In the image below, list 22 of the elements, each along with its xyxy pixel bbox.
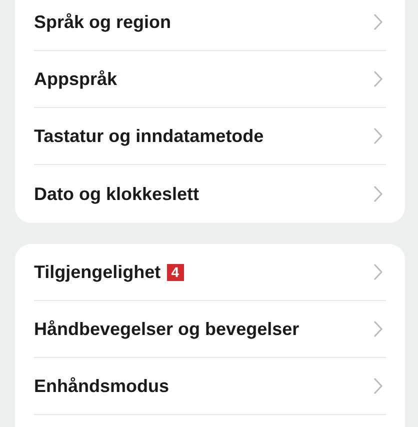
chevron-right-icon: [373, 70, 383, 88]
chevron-right-icon: [373, 320, 383, 338]
settings-item[interactable]: Appspråk: [34, 51, 386, 108]
chevron-right-icon: [373, 377, 383, 395]
item-label: Språk og region: [34, 12, 172, 32]
settings-item[interactable]: Språk og region: [34, 0, 386, 51]
chevron-right-icon: [373, 13, 383, 31]
chevron-right-icon: [373, 127, 383, 145]
chevron-right-icon: [373, 263, 383, 281]
item-label: Appspråk: [34, 68, 118, 90]
item-label: Tastatur og inndatametode: [34, 126, 264, 146]
settings-item[interactable]: Dato og klokkeslett: [34, 165, 386, 223]
settings-item[interactable]: Tastatur og inndatametode: [34, 108, 386, 165]
item-label: Tilgjengelighet: [34, 262, 161, 282]
item-label: Dato og klokkeslett: [34, 184, 200, 204]
item-label: Håndbevegelser og bevegelser: [34, 318, 300, 340]
settings-item[interactable]: Tilgjengelighet 4: [34, 244, 386, 301]
count-badge: 4: [166, 264, 184, 280]
settings-item[interactable]: Håndbevegelser og bevegelser: [34, 301, 386, 358]
item-label: Enhåndsmodus: [34, 376, 170, 396]
settings-item[interactable]: Enhåndsmodus: [34, 358, 386, 415]
chevron-right-icon: [373, 185, 383, 203]
